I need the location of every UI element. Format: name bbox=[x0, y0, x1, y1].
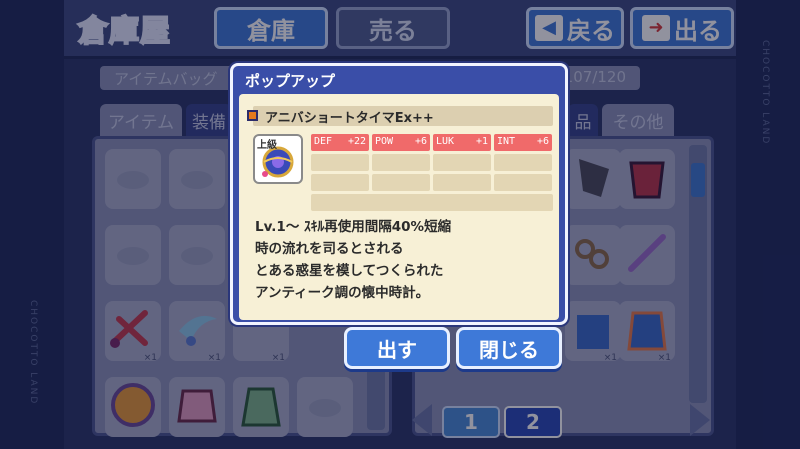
take-out-button[interactable]: 出す bbox=[344, 327, 450, 369]
item-description: Lv.1～ ｽｷﾙ再使用間隔40%短縮 時の流れを司るとされる とある惑星を模し… bbox=[255, 216, 555, 304]
stat-row bbox=[311, 194, 553, 211]
stat-name: POW bbox=[375, 136, 394, 147]
stat-cell-pow: POW +6 bbox=[372, 134, 430, 151]
item-grade-tag: 上級 bbox=[257, 140, 277, 151]
stat-value: +22 bbox=[347, 136, 366, 147]
stat-name: DEF bbox=[314, 136, 333, 147]
stat-value: +1 bbox=[475, 136, 488, 147]
stat-cell-empty bbox=[311, 194, 553, 211]
description-line: Lv.1～ ｽｷﾙ再使用間隔40%短縮 bbox=[255, 219, 452, 235]
stat-name: LUK bbox=[436, 136, 455, 147]
stat-row bbox=[311, 154, 553, 171]
stat-cell-empty bbox=[433, 154, 491, 171]
stat-name: INT bbox=[497, 136, 516, 147]
stat-cell-int: INT +6 bbox=[494, 134, 552, 151]
description-line: アンティーク調の懐中時計。 bbox=[255, 285, 430, 301]
stat-cell-empty bbox=[433, 174, 491, 191]
item-name: アニバショートタイマEx++ bbox=[265, 111, 434, 126]
item-name-row: アニバショートタイマEx++ bbox=[247, 106, 553, 126]
stat-cell-empty bbox=[311, 154, 369, 171]
stat-cell-def: DEF +22 bbox=[311, 134, 369, 151]
popup-title: ポップアップ bbox=[245, 72, 336, 90]
stat-row: DEF +22 POW +6 LUK +1 INT +6 bbox=[311, 134, 553, 151]
item-icon-frame: 上級 bbox=[253, 134, 303, 184]
close-button[interactable]: 閉じる bbox=[456, 327, 562, 369]
popup-body: アニバショートタイマEx++ 上級 DEF +22 POW +6 LUK +1 INT… bbox=[239, 94, 559, 320]
item-popup: ポップアップ アニバショートタイマEx++ 上級 DEF +22 POW +6 LU… bbox=[230, 63, 568, 325]
stat-value: +6 bbox=[536, 136, 549, 147]
stat-cell-empty bbox=[372, 154, 430, 171]
stat-row bbox=[311, 174, 553, 191]
stat-cell-empty bbox=[494, 154, 552, 171]
description-line: とある惑星を模してつくられた bbox=[255, 263, 444, 279]
stat-cell-luk: LUK +1 bbox=[433, 134, 491, 151]
rarity-icon bbox=[247, 110, 258, 121]
stat-value: +6 bbox=[414, 136, 427, 147]
stat-cell-empty bbox=[372, 174, 430, 191]
stat-cell-empty bbox=[494, 174, 552, 191]
description-line: 時の流れを司るとされる bbox=[255, 241, 404, 257]
stat-cell-empty bbox=[311, 174, 369, 191]
